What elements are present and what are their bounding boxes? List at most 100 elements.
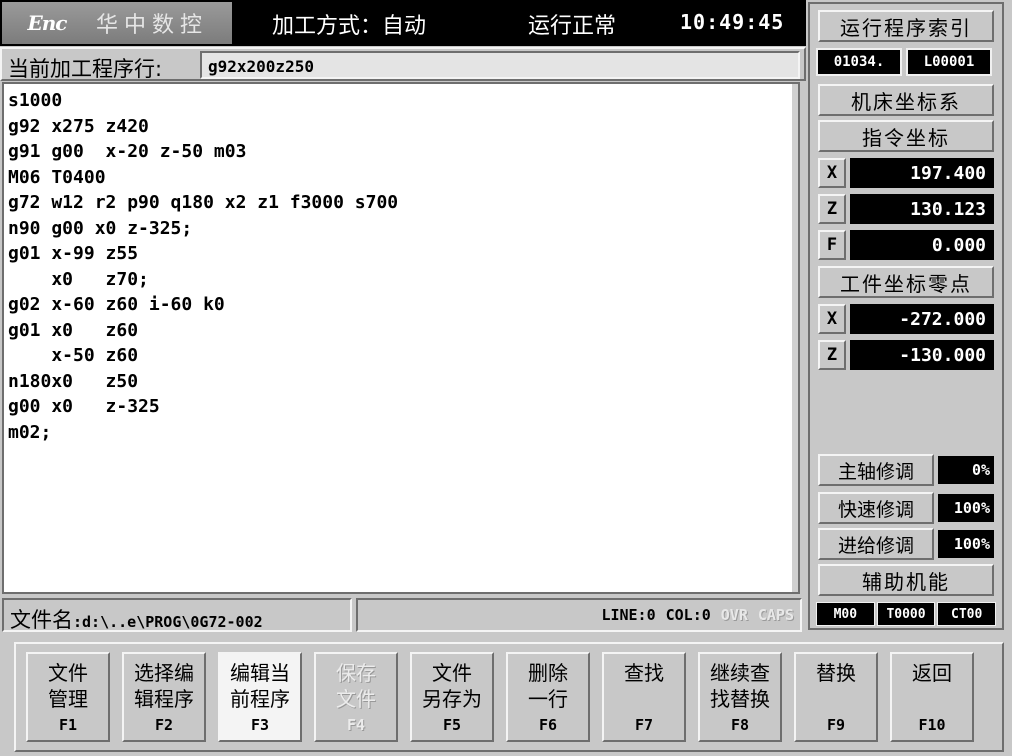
fkey-number: F5	[442, 716, 462, 734]
fkey-number: F10	[918, 716, 946, 734]
line-indicator: LINE:0	[601, 606, 656, 624]
file-name-label: 文件名	[10, 608, 73, 632]
fkey-number: F6	[538, 716, 558, 734]
f8-find-next-replace-button[interactable]: 继续查 找替换 F8	[698, 652, 782, 742]
code-line[interactable]: M06 T0400	[8, 165, 794, 191]
program-editor[interactable]: s1000 g92 x275 z420 g91 g00 x-20 z-50 m0…	[2, 82, 800, 594]
fkey-number: F8	[730, 716, 750, 734]
code-line[interactable]: m02;	[8, 420, 794, 446]
function-key-bar: 文件 管理 F1 选择编 辑程序 F2 编辑当 前程序 F3 保存 文件 F4 …	[0, 636, 1012, 756]
f2-select-program-button[interactable]: 选择编 辑程序 F2	[122, 652, 206, 742]
code-line[interactable]: x0 z70;	[8, 267, 794, 293]
rapid-override-value: 100%	[938, 494, 994, 522]
f10-return-button[interactable]: 返回 F10	[890, 652, 974, 742]
fkey-label: 编辑当 前程序	[230, 661, 290, 711]
axis-label: Z	[818, 194, 846, 224]
run-program-index-button[interactable]: 运行程序索引	[818, 10, 994, 42]
brand-logo: Enc 华中数控	[2, 2, 232, 44]
fkey-label: 文件 管理	[48, 661, 88, 711]
current-line-bar: 当前加工程序行: g92x200z250	[0, 47, 806, 81]
fkey-label: 选择编 辑程序	[134, 661, 194, 711]
f1-file-manage-button[interactable]: 文件 管理 F1	[26, 652, 110, 742]
axis-label: X	[818, 304, 846, 334]
f3-edit-current-program-button[interactable]: 编辑当 前程序 F3	[218, 652, 302, 742]
program-index-right: L00001	[906, 48, 992, 76]
work-axis-x-row: X -272.000	[818, 304, 994, 334]
work-axis-z-row: Z -130.000	[818, 340, 994, 370]
code-line[interactable]: x-50 z60	[8, 343, 794, 369]
axis-value: -130.000	[850, 340, 994, 370]
col-indicator: COL:0	[665, 606, 711, 624]
file-name-box: 文件名:d:\..e\PROG\0G72-002	[2, 598, 352, 632]
axis-value: 130.123	[850, 194, 994, 224]
fkey-number: F2	[154, 716, 174, 734]
f6-delete-line-button[interactable]: 删除 一行 F6	[506, 652, 590, 742]
fkey-number: F9	[826, 716, 846, 734]
ct-code-status: CT00	[937, 602, 997, 626]
rapid-override-button[interactable]: 快速修调	[818, 492, 934, 524]
title-bar: Enc 华中数控 加工方式：自动 运行正常 10:49:45	[0, 0, 806, 46]
feed-override-row: 进给修调 100%	[818, 528, 994, 560]
cmd-axis-f-row: F 0.000	[818, 230, 994, 260]
code-line[interactable]: g02 x-60 z60 i-60 k0	[8, 292, 794, 318]
current-line-label: 当前加工程序行:	[8, 57, 163, 81]
right-status-panel: 运行程序索引 01034. L00001 机床坐标系 指令坐标 X 197.40…	[808, 2, 1004, 630]
machine-coord-button[interactable]: 机床坐标系	[818, 84, 994, 116]
f5-save-as-button[interactable]: 文件 另存为 F5	[410, 652, 494, 742]
code-line[interactable]: g72 w12 r2 p90 q180 x2 z1 f3000 s700	[8, 190, 794, 216]
code-line[interactable]: g01 x-99 z55	[8, 241, 794, 267]
spindle-override-row: 主轴修调 0%	[818, 454, 994, 486]
axis-label: F	[818, 230, 846, 260]
program-index-left: 01034.	[816, 48, 902, 76]
axis-label: Z	[818, 340, 846, 370]
hnc-logo-icon: Enc	[27, 11, 68, 35]
clock: 10:49:45	[680, 10, 785, 34]
axis-label: X	[818, 158, 846, 188]
code-line[interactable]: g01 x0 z60	[8, 318, 794, 344]
file-status-bar: 文件名:d:\..e\PROG\0G72-002 LINE:0 COL:0 OV…	[0, 596, 806, 634]
fkey-label: 继续查 找替换	[710, 661, 770, 711]
cmd-axis-x-row: X 197.400	[818, 158, 994, 188]
f4-save-file-button[interactable]: 保存 文件 F4	[314, 652, 398, 742]
file-path: :d:\..e\PROG\0G72-002	[73, 613, 263, 631]
editor-scrollbar[interactable]	[792, 84, 798, 592]
spindle-override-value: 0%	[938, 456, 994, 484]
f9-replace-button[interactable]: 替换 F9	[794, 652, 878, 742]
spindle-override-button[interactable]: 主轴修调	[818, 454, 934, 486]
current-line-value: g92x200z250	[200, 51, 800, 79]
fkey-label: 返回	[912, 661, 952, 685]
command-coord-button[interactable]: 指令坐标	[818, 120, 994, 152]
feed-override-button[interactable]: 进给修调	[818, 528, 934, 560]
fkey-label: 查找	[624, 661, 664, 685]
fkey-label: 删除 一行	[528, 661, 568, 711]
axis-value: 197.400	[850, 158, 994, 188]
aux-function-button[interactable]: 辅助机能	[818, 564, 994, 596]
work-zero-button[interactable]: 工件坐标零点	[818, 266, 994, 298]
t-code-status: T0000	[876, 602, 936, 626]
feed-override-value: 100%	[938, 530, 994, 558]
axis-value: 0.000	[850, 230, 994, 260]
m-code-status: M00	[816, 602, 875, 626]
fkey-label: 文件 另存为	[422, 661, 482, 711]
run-status: 运行正常	[528, 14, 617, 39]
fkey-number: F1	[58, 716, 78, 734]
code-line[interactable]: n90 g00 x0 z-325;	[8, 216, 794, 242]
code-line[interactable]: n180x0 z50	[8, 369, 794, 395]
ovr-indicator: OVR	[720, 606, 748, 624]
fkey-label: 替换	[816, 661, 856, 685]
function-key-frame: 文件 管理 F1 选择编 辑程序 F2 编辑当 前程序 F3 保存 文件 F4 …	[14, 642, 1004, 752]
fkey-number: F4	[346, 716, 366, 734]
code-line[interactable]: s1000	[8, 88, 794, 114]
f7-find-button[interactable]: 查找 F7	[602, 652, 686, 742]
machining-mode: 加工方式：自动	[272, 14, 427, 39]
brand-name: 华中数控	[96, 13, 209, 38]
fkey-label: 保存 文件	[336, 661, 376, 711]
fkey-number: F7	[634, 716, 654, 734]
code-line[interactable]: g00 x0 z-325	[8, 394, 794, 420]
cmd-axis-z-row: Z 130.123	[818, 194, 994, 224]
code-line[interactable]: g92 x275 z420	[8, 114, 794, 140]
rapid-override-row: 快速修调 100%	[818, 492, 994, 524]
axis-value: -272.000	[850, 304, 994, 334]
fkey-number: F3	[250, 716, 270, 734]
code-line[interactable]: g91 g00 x-20 z-50 m03	[8, 139, 794, 165]
